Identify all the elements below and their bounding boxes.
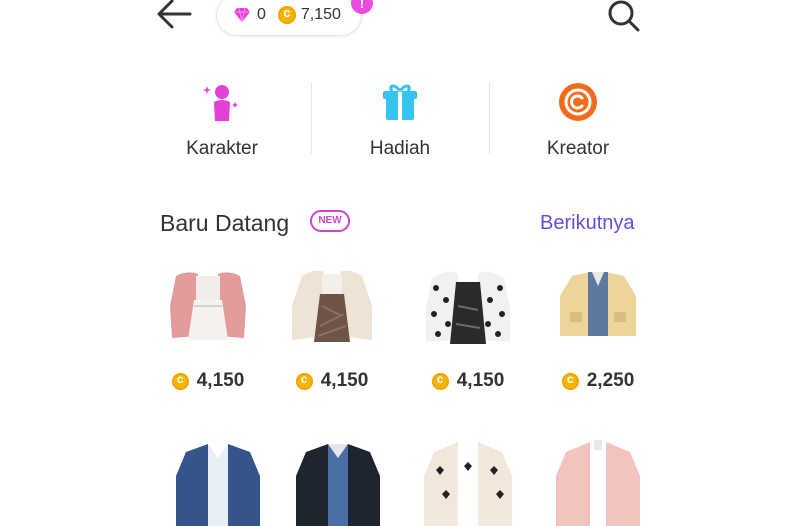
divider [311, 82, 312, 154]
gift-icon [383, 84, 417, 120]
character-icon [203, 85, 238, 121]
pink-jacket-dress-image [170, 272, 246, 340]
category-karakter[interactable]: Karakter [157, 80, 287, 170]
coin-icon [431, 372, 449, 390]
gem-icon [234, 7, 250, 23]
heart-cardigan-image [424, 442, 512, 526]
coin-icon [295, 372, 313, 390]
pink-fur-coat-image [556, 440, 640, 526]
price: 4,150 [320, 370, 369, 391]
category-kreator[interactable]: Kreator [513, 80, 643, 170]
price: 4,150 [456, 370, 505, 391]
creator-icon [559, 83, 597, 121]
new-badge: NEW [310, 210, 350, 232]
coin-icon [561, 372, 579, 390]
product-card[interactable]: 2,250 [548, 266, 648, 392]
product-card[interactable]: 4,150 [158, 266, 258, 392]
currency-balance[interactable]: 0 7,150 [216, 0, 362, 36]
blue-denim-jacket-image [176, 444, 260, 526]
price: 2,250 [586, 370, 635, 391]
product-card[interactable] [418, 436, 518, 526]
coin-icon [171, 372, 189, 390]
product-card[interactable]: 4,150 [418, 266, 518, 392]
yellow-jacket-image [560, 272, 636, 336]
product-card[interactable] [288, 436, 388, 526]
back-button[interactable] [150, 0, 196, 34]
section-title: Baru Datang [160, 210, 290, 236]
leopard-sleeve-dress-image [426, 271, 510, 344]
arrow-left-icon [157, 0, 192, 29]
search-icon [608, 0, 640, 32]
category-hadiah[interactable]: Hadiah [335, 80, 465, 170]
coin-icon [277, 5, 296, 24]
gem-count: 0 [257, 6, 266, 23]
coin-balance: 7,150 [300, 6, 341, 23]
product-card[interactable] [548, 436, 648, 526]
category-label: Karakter [186, 138, 258, 159]
divider [489, 82, 490, 154]
product-card[interactable] [168, 436, 268, 526]
black-jacket-image [296, 444, 380, 526]
category-label: Kreator [546, 138, 610, 159]
price: 4,150 [196, 370, 245, 391]
see-more-link[interactable]: Berikutnya [540, 212, 635, 235]
product-card[interactable]: 4,150 [282, 266, 382, 392]
category-label: Hadiah [369, 138, 431, 159]
fur-jacket-dress-image [292, 270, 372, 342]
search-button[interactable] [602, 0, 644, 36]
